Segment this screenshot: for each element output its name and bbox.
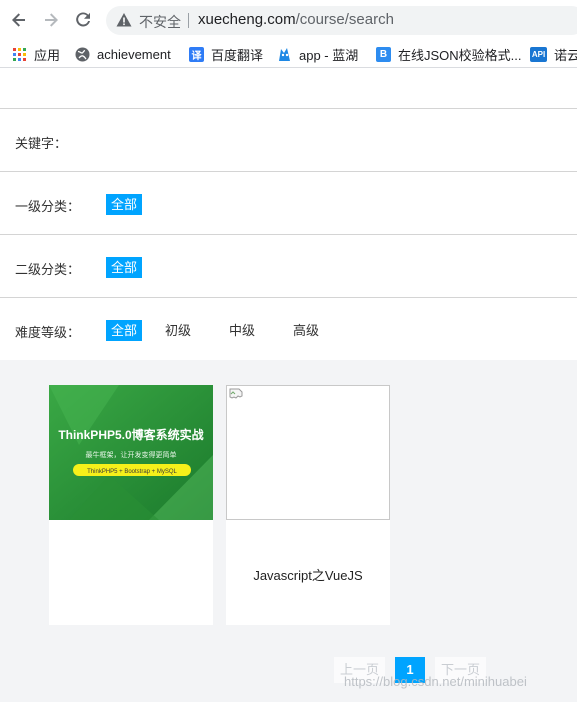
level2-all-chip[interactable]: 全部 — [106, 257, 143, 278]
bookmarks-bar: 应用 achievement 译 百度翻译 app - 蓝湖 B 在线JSON校… — [0, 40, 577, 68]
cover-tagline: 最牛框架，让开发变得更简单 — [86, 450, 177, 459]
globe-icon — [75, 47, 90, 62]
cover-headline: ThinkPHP5.0博客系统实战 — [58, 427, 203, 442]
bookmark-achievement[interactable]: achievement — [75, 45, 171, 63]
course-card[interactable]: ThinkPHP5.0博客系统实战 最牛框架，让开发变得更简单 ThinkPHP… — [49, 385, 213, 625]
address-bar[interactable]: 不安全 xuecheng.com/course/search — [106, 6, 577, 35]
bookmark-label: 在线JSON校验格式... — [398, 47, 522, 63]
difficulty-advanced-chip[interactable]: 高级 — [288, 320, 324, 341]
course-cover-image[interactable]: ThinkPHP5.0博客系统实战 最牛框架，让开发变得更简单 ThinkPHP… — [49, 385, 213, 520]
bookmark-label: 诺云 — [554, 47, 577, 63]
bookmark-nuoyun[interactable]: API 诺云 — [530, 45, 577, 63]
bookmark-baidu-translate[interactable]: 译 百度翻译 — [189, 45, 263, 63]
url-host: xuecheng.com — [198, 11, 296, 28]
keyword-row: 关键字： — [0, 108, 577, 171]
url-path: /course/search — [295, 11, 394, 28]
difficulty-beginner-chip[interactable]: 初级 — [160, 320, 196, 341]
omnibox-separator — [188, 13, 189, 28]
forward-icon[interactable] — [41, 10, 61, 30]
difficulty-all-chip[interactable]: 全部 — [106, 320, 143, 341]
page-content: 关键字： 一级分类： 全部 二级分类： 全部 难度等级： 全部 初级 中级 高级 — [0, 68, 577, 702]
apps-grid-icon — [12, 47, 27, 62]
level1-label: 一级分类： — [15, 199, 81, 214]
course-card[interactable]: Javascript之VueJS — [226, 385, 390, 625]
course-title[interactable]: Javascript之VueJS — [226, 565, 390, 584]
bejson-icon: B — [376, 46, 391, 62]
api-icon: API — [530, 46, 547, 62]
insecure-label: 不安全 — [139, 14, 181, 30]
url-text[interactable]: xuecheng.com/course/search — [198, 11, 394, 28]
browser-toolbar: 不安全 xuecheng.com/course/search — [0, 0, 577, 40]
lanhu-icon — [277, 47, 292, 62]
bookmark-json[interactable]: B 在线JSON校验格式... — [376, 45, 522, 63]
bookmark-lanhu[interactable]: app - 蓝湖 — [277, 45, 358, 63]
watermark: https://blog.csdn.net/minihuabei — [344, 674, 527, 689]
bookmark-label: app - 蓝湖 — [299, 47, 359, 63]
cover-stack: ThinkPHP5 + Bootstrap + MySQL — [87, 469, 177, 475]
difficulty-label: 难度等级： — [15, 325, 81, 340]
level2-row: 二级分类： 全部 — [0, 234, 577, 297]
filter-panel: 关键字： 一级分类： 全部 二级分类： 全部 难度等级： 全部 初级 中级 高级 — [0, 68, 577, 360]
level1-row: 一级分类： 全部 — [0, 171, 577, 234]
bookmark-apps[interactable]: 应用 — [12, 45, 60, 63]
reload-icon[interactable] — [73, 10, 93, 30]
broken-image-placeholder[interactable] — [226, 385, 390, 520]
translate-icon: 译 — [189, 46, 204, 62]
difficulty-intermediate-chip[interactable]: 中级 — [224, 320, 260, 341]
level1-all-chip[interactable]: 全部 — [106, 194, 143, 215]
bookmark-label: 应用 — [34, 47, 61, 63]
bookmark-label: achievement — [97, 46, 171, 62]
keyword-label: 关键字： — [15, 136, 68, 151]
broken-image-icon — [229, 388, 243, 399]
level2-label: 二级分类： — [15, 262, 81, 277]
bookmark-label: 百度翻译 — [211, 47, 264, 63]
back-icon[interactable] — [9, 10, 29, 30]
warning-icon[interactable] — [116, 12, 132, 28]
difficulty-row: 难度等级： 全部 初级 中级 高级 — [0, 297, 577, 360]
